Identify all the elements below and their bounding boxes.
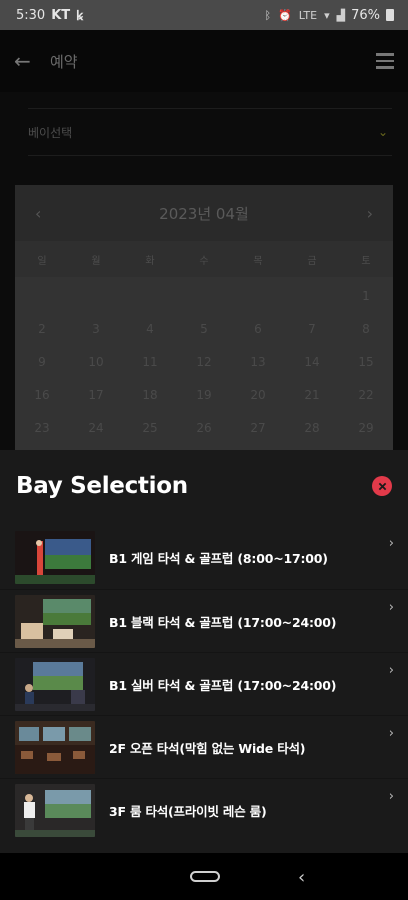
page-title: 예약	[50, 52, 78, 71]
battery-icon	[386, 9, 394, 21]
status-carrier: KT	[51, 7, 71, 23]
bay-item[interactable]: B1 블랙 타석 & 골프럽 (17:00~24:00) ›	[0, 589, 408, 652]
weekday-label: 화	[145, 255, 155, 267]
weekday-label: 일	[37, 255, 47, 267]
calendar-day[interactable]: 26	[177, 421, 231, 435]
calendar-day[interactable]: 19	[177, 388, 231, 402]
calendar-day[interactable]: 4	[123, 322, 177, 336]
weekday-label: 금	[307, 255, 317, 267]
system-nav-bar: ‹	[0, 853, 408, 900]
status-left: 5:30 KT ꝃ	[16, 6, 84, 25]
volte-icon: LTE	[298, 8, 318, 22]
weekday-label: 목	[253, 255, 263, 267]
bay-item-label: B1 게임 타석 & 골프럽 (8:00~17:00)	[109, 551, 328, 566]
calendar-day[interactable]: 3	[69, 322, 123, 336]
back-arrow-icon[interactable]: ←	[14, 49, 46, 73]
sheet-title: Bay Selection	[16, 473, 188, 499]
chevron-right-icon: ›	[388, 726, 394, 741]
bay-item[interactable]: 2F 오픈 타석(막힘 없는 Wide 타석) ›	[0, 715, 408, 778]
calendar-day[interactable]: 23	[15, 421, 69, 435]
bay-thumbnail	[15, 594, 95, 648]
hamburger-menu-icon[interactable]	[376, 53, 394, 69]
calendar-day[interactable]: 28	[285, 421, 339, 435]
status-right: ᛒ ⏰ LTE ▾ ▟ 76%	[264, 8, 394, 23]
status-icons: ᛒ ⏰ LTE ▾ ▟	[264, 9, 345, 22]
calendar-day[interactable]: 1	[339, 289, 393, 303]
bay-thumbnail	[15, 657, 95, 711]
wifi-icon: ▾	[324, 8, 330, 22]
calendar-day[interactable]: 14	[285, 355, 339, 369]
calendar-day[interactable]: 27	[231, 421, 285, 435]
calendar-day[interactable]: 9	[15, 355, 69, 369]
bay-thumbnail	[15, 531, 95, 584]
prev-month-icon[interactable]: ‹	[35, 204, 41, 223]
bay-selection-sheet: Bay Selection B1 게임 타석 & 골프럽 (8:00~17:00…	[0, 450, 408, 853]
chevron-right-icon: ›	[388, 663, 394, 678]
calendar-day[interactable]: 7	[285, 322, 339, 336]
calendar-day[interactable]: 18	[123, 388, 177, 402]
bay-item[interactable]: B1 실버 타석 & 골프럽 (17:00~24:00) ›	[0, 652, 408, 715]
bay-dropdown-placeholder: 베이선택	[28, 125, 73, 140]
close-icon	[378, 482, 386, 490]
home-button[interactable]	[190, 871, 220, 882]
calendar-day[interactable]: 29	[339, 421, 393, 435]
calendar-day[interactable]: 22	[339, 388, 393, 402]
calendar-weekdays: 일월화수목금토	[15, 241, 393, 277]
bay-thumbnail	[15, 720, 95, 774]
calendar-day[interactable]: 20	[231, 388, 285, 402]
calendar-day[interactable]: 2	[15, 322, 69, 336]
calendar-day[interactable]: 11	[123, 355, 177, 369]
app-header: ← 예약	[0, 30, 408, 92]
bluetooth-icon: ᛒ	[264, 8, 272, 22]
bay-item-label: B1 블랙 타석 & 골프럽 (17:00~24:00)	[109, 614, 337, 630]
sheet-header: Bay Selection	[0, 450, 408, 522]
alarm-icon: ⏰	[278, 8, 292, 22]
calendar: ‹ 2023년 04월 › 일월화수목금토 1 2 3 4 5 6 7 8 9 10 11 12 13 1…	[15, 185, 393, 453]
signal-icon: ▟	[336, 8, 346, 22]
bay-list: B1 게임 타석 & 골프럽 (8:00~17:00) › B1 블랙 타석 &…	[0, 526, 408, 841]
calendar-day[interactable]: 8	[339, 322, 393, 336]
bay-item[interactable]: 3F 룸 타석(프라이빗 레슨 룸) ›	[0, 778, 408, 841]
bay-item-label: B1 실버 타석 & 골프럽 (17:00~24:00)	[109, 677, 337, 693]
status-bar: 5:30 KT ꝃ ᛒ ⏰ LTE ▾ ▟ 76%	[0, 0, 408, 30]
chevron-right-icon: ›	[388, 789, 394, 804]
close-button[interactable]	[372, 476, 392, 496]
calendar-day[interactable]: 10	[69, 355, 123, 369]
chevron-right-icon: ›	[388, 600, 394, 615]
calendar-day[interactable]: 21	[285, 388, 339, 402]
battery-percent: 76%	[351, 7, 380, 23]
calendar-day[interactable]: 15	[339, 355, 393, 369]
calendar-days: 1 2 3 4 5 6 7 8 9 10 11 12 13 14 15 16 17 18 19 20 21 22 23 24 2…	[15, 277, 393, 444]
calendar-header: ‹ 2023년 04월 ›	[15, 185, 393, 241]
chevron-down-icon: ⌄	[377, 125, 388, 139]
calendar-day[interactable]: 12	[177, 355, 231, 369]
calendar-day[interactable]: 25	[123, 421, 177, 435]
next-month-icon[interactable]: ›	[367, 204, 373, 223]
status-time: 5:30	[16, 7, 46, 23]
weekday-label: 토	[361, 255, 371, 267]
bay-item-label: 2F 오픈 타석(막힘 없는 Wide 타석)	[109, 740, 306, 756]
weekday-label: 수	[199, 255, 209, 267]
calendar-day[interactable]: 16	[15, 388, 69, 402]
calendar-day[interactable]: 24	[69, 421, 123, 435]
bay-item[interactable]: B1 게임 타석 & 골프럽 (8:00~17:00) ›	[0, 526, 408, 589]
calendar-day[interactable]: 17	[69, 388, 123, 402]
bay-thumbnail	[15, 783, 95, 837]
chevron-right-icon: ›	[388, 536, 394, 551]
carrier-logo-icon: ꝃ	[76, 9, 84, 24]
bay-dropdown[interactable]: 베이선택 ⌄	[28, 108, 392, 156]
calendar-day[interactable]: 13	[231, 355, 285, 369]
nav-back-icon[interactable]: ‹	[298, 867, 305, 888]
bay-item-label: 3F 룸 타석(프라이빗 레슨 룸)	[109, 803, 267, 819]
weekday-label: 월	[91, 255, 101, 267]
calendar-month: 2023년 04월	[159, 204, 249, 223]
calendar-day[interactable]: 6	[231, 322, 285, 336]
calendar-day[interactable]: 5	[177, 322, 231, 336]
